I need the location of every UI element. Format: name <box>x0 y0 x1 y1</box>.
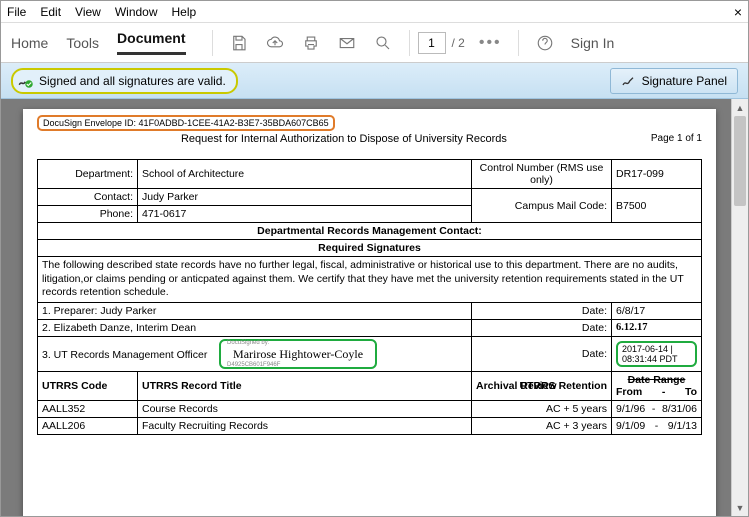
drmc-label: Departmental Records Management Contact: <box>38 223 702 240</box>
page-number-input[interactable] <box>418 32 446 54</box>
separator <box>212 30 213 56</box>
utrrs-title-header: UTRRS Record Title <box>138 371 472 400</box>
page-count-label: / 2 <box>452 36 465 50</box>
utrrs-code: AALL206 <box>38 417 138 434</box>
document-viewport: DocuSign Envelope ID: 41F0ADBD-1CEE-41A2… <box>1 99 748 516</box>
phone-value: 471-0617 <box>138 206 472 223</box>
utrrs-retention: AC + 5 years <box>472 400 612 417</box>
signature-status-message: Signed and all signatures are valid. <box>11 68 238 94</box>
sign-in-link[interactable]: Sign In <box>571 35 615 51</box>
table-row: AALL206 Faculty Recruiting Records AC + … <box>38 417 702 434</box>
preparer-date-label: Date: <box>472 302 612 319</box>
tab-tools[interactable]: Tools <box>66 35 99 51</box>
phone-label: Phone: <box>38 206 138 223</box>
separator <box>518 30 519 56</box>
dept-label: Department: <box>38 160 138 189</box>
utrrs-dates: 9/1/96-8/31/06 <box>612 400 702 417</box>
rmo-row: 3. UT Records Management Officer DocuSig… <box>38 336 472 371</box>
separator <box>409 30 410 56</box>
menu-help[interactable]: Help <box>172 5 197 19</box>
utrrs-code-header: UTRRS Code <box>38 371 138 400</box>
pdf-page: DocuSign Envelope ID: 41F0ADBD-1CEE-41A2… <box>23 109 716 516</box>
save-icon[interactable] <box>229 33 249 53</box>
preparer-date-value: 6/8/17 <box>612 302 702 319</box>
rmo-label: 3. UT Records Management Officer <box>42 349 207 361</box>
utrrs-archival-retention-header: Archival Review UTRRS Retention <box>472 371 612 400</box>
scroll-thumb[interactable] <box>734 116 746 206</box>
dept-value: School of Architecture <box>138 160 472 189</box>
utrrs-title: Faculty Recruiting Records <box>138 417 472 434</box>
help-icon[interactable] <box>535 33 555 53</box>
contact-value: Judy Parker <box>138 189 472 206</box>
menu-view[interactable]: View <box>75 5 101 19</box>
tab-home[interactable]: Home <box>11 35 48 51</box>
mail-code-label: Campus Mail Code: <box>472 189 612 223</box>
dean-date-value: 6.12.17 <box>612 319 702 336</box>
control-number-value: DR17-099 <box>612 160 702 189</box>
menu-edit[interactable]: Edit <box>40 5 61 19</box>
menu-file[interactable]: File <box>7 5 26 19</box>
dean-date-label: Date: <box>472 319 612 336</box>
scroll-down-icon[interactable]: ▼ <box>732 499 748 516</box>
utrrs-dates: 9/1/09-9/1/13 <box>612 417 702 434</box>
utrrs-title: Course Records <box>138 400 472 417</box>
signature-panel-button[interactable]: Signature Panel <box>610 68 738 94</box>
utrrs-code: AALL352 <box>38 400 138 417</box>
form-title: Request for Internal Authorization to Di… <box>37 133 651 145</box>
dean-label: 2. Elizabeth Danze, Interim Dean <box>38 319 472 336</box>
signature-panel-label: Signature Panel <box>642 74 727 88</box>
email-icon[interactable] <box>337 33 357 53</box>
utrrs-date-range-header: Date Range From-To <box>612 371 702 400</box>
signature-status-bar: Signed and all signatures are valid. Sig… <box>1 63 748 99</box>
required-signatures-header: Required Signatures <box>38 240 702 257</box>
contact-label: Contact: <box>38 189 138 206</box>
signature-valid-icon <box>17 72 35 90</box>
search-icon[interactable] <box>373 33 393 53</box>
rmo-date-label: Date: <box>472 336 612 371</box>
pen-icon <box>621 73 637 89</box>
page-number-label: Page 1 of 1 <box>651 133 702 145</box>
scroll-up-icon[interactable]: ▲ <box>732 99 748 116</box>
print-icon[interactable] <box>301 33 321 53</box>
rmo-date-cell: 2017-06-14 | 08:31:44 PDT <box>612 336 702 371</box>
cloud-upload-icon[interactable] <box>265 33 285 53</box>
control-number-label: Control Number (RMS use only) <box>472 160 612 189</box>
mail-code-value: B7500 <box>612 189 702 223</box>
toolbar: Home Tools Document / 2 ••• Sign In <box>1 23 748 63</box>
docusign-signer-id: D4925CB601F946F <box>227 362 280 368</box>
utrrs-retention: AC + 3 years <box>472 417 612 434</box>
menu-bar: File Edit View Window Help × <box>1 1 748 23</box>
menu-window[interactable]: Window <box>115 5 158 19</box>
docusign-timestamp: 2017-06-14 | 08:31:44 PDT <box>616 341 697 367</box>
docusign-by-label: DocuSigned by: <box>227 340 269 346</box>
signature-status-text: Signed and all signatures are valid. <box>39 74 226 88</box>
more-icon[interactable]: ••• <box>479 34 502 52</box>
certification-text: The following described state records ha… <box>38 257 702 303</box>
docusign-signature-box: DocuSigned by: Marirose Hightower-Coyle … <box>219 339 377 369</box>
docusign-envelope-id: DocuSign Envelope ID: 41F0ADBD-1CEE-41A2… <box>37 115 335 131</box>
table-row: AALL352 Course Records AC + 5 years 9/1/… <box>38 400 702 417</box>
tab-document[interactable]: Document <box>117 30 185 55</box>
vertical-scrollbar[interactable]: ▲ ▼ <box>731 99 748 516</box>
preparer-label: 1. Preparer: Judy Parker <box>38 302 472 319</box>
header-fields-table: Department: School of Architecture Contr… <box>37 159 702 435</box>
close-icon[interactable]: × <box>734 4 742 20</box>
